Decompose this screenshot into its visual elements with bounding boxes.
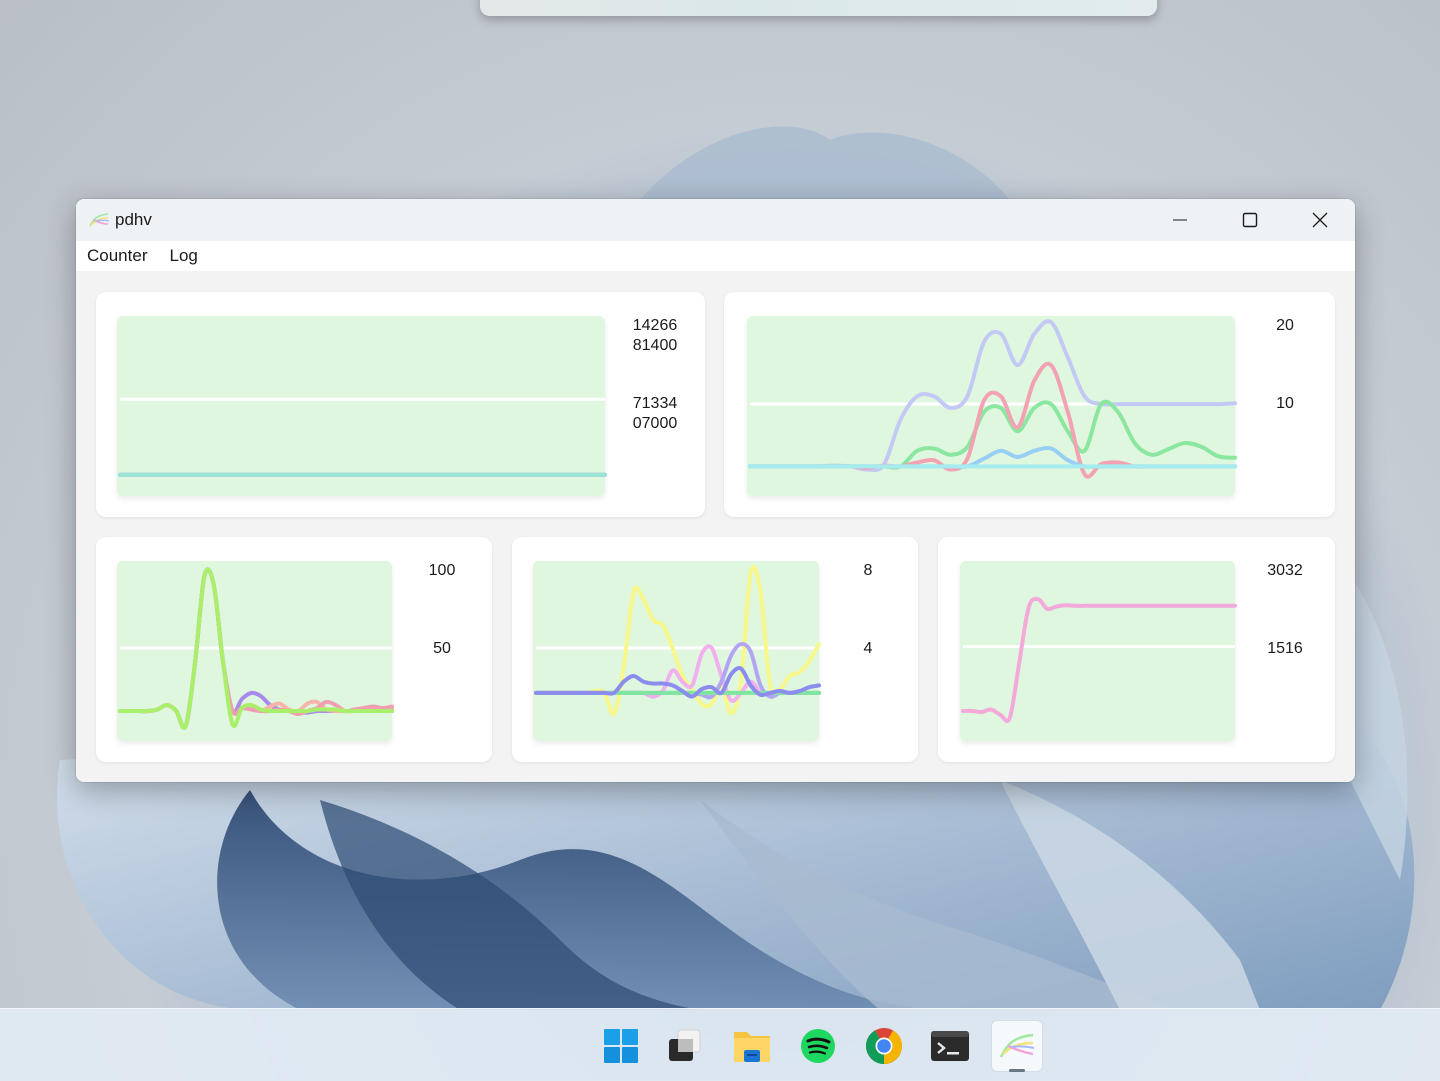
app-window: pdhv Counter Log 14266 81400 71334 07000	[76, 199, 1355, 782]
close-icon	[1312, 212, 1328, 228]
windows-start-icon	[604, 1029, 638, 1063]
background-window[interactable]	[480, 0, 1157, 16]
taskbar	[0, 1008, 1440, 1081]
series-red-line	[748, 361, 1237, 479]
plot-area	[747, 316, 1237, 496]
maximize-button[interactable]	[1215, 199, 1285, 241]
chart-card-3: 100 50	[96, 537, 492, 762]
series-periwinkle-line	[748, 319, 1237, 473]
y-tick-top: 8	[863, 562, 873, 579]
y-tick-mid: 71334 07000	[632, 395, 678, 432]
chart-card-4: 8 4	[512, 537, 918, 762]
active-indicator	[1009, 1069, 1025, 1072]
y-tick-mid: 50	[433, 640, 451, 657]
close-button[interactable]	[1285, 199, 1355, 241]
menu-bar: Counter Log	[76, 241, 1355, 271]
y-tick-top: 3032	[1267, 562, 1303, 579]
chart-1-svg	[118, 397, 607, 477]
y-tick-mid: 1516	[1267, 640, 1303, 657]
pdhv-app-icon	[999, 1033, 1035, 1058]
y-tick-mid: 4	[863, 640, 873, 657]
minimize-button[interactable]	[1145, 199, 1215, 241]
chart-4-svg	[534, 564, 821, 717]
window-title: pdhv	[115, 210, 152, 229]
y-tick-top: 100	[428, 562, 456, 579]
chrome-icon	[865, 1028, 902, 1065]
menu-log[interactable]: Log	[158, 246, 208, 266]
spotify-icon	[801, 1029, 835, 1063]
y-tick-top: 20	[1276, 317, 1294, 334]
chart-3-svg	[118, 567, 394, 730]
plot-area	[533, 561, 821, 741]
chart-card-5: 3032 1516	[938, 537, 1335, 762]
maximize-icon	[1242, 212, 1258, 228]
app-logo-icon	[89, 213, 110, 227]
taskbar-pdhv[interactable]	[992, 1021, 1042, 1072]
taskbar-spotify[interactable]	[793, 1021, 843, 1071]
chart-2-svg	[748, 319, 1237, 479]
content-area: 14266 81400 71334 07000 20 10 100 50 8 4	[76, 271, 1355, 782]
y-tick-mid: 10	[1276, 395, 1294, 412]
plot-area	[117, 316, 607, 496]
plot-area	[960, 561, 1237, 741]
folder-icon	[734, 1032, 770, 1062]
series-green-line	[748, 399, 1237, 470]
taskbar-file-explorer[interactable]	[727, 1021, 777, 1071]
terminal-icon	[931, 1031, 969, 1061]
chart-card-1: 14266 81400 71334 07000	[96, 292, 705, 517]
task-view-icon	[669, 1029, 701, 1061]
plot-area	[117, 561, 394, 741]
chart-card-2: 20 10	[724, 292, 1335, 517]
chart-5-svg	[961, 596, 1237, 723]
y-tick-top: 14266 81400	[632, 317, 678, 354]
menu-counter[interactable]: Counter	[76, 246, 158, 266]
title-bar[interactable]: pdhv	[76, 199, 1355, 241]
taskbar-terminal[interactable]	[925, 1021, 975, 1071]
series-pink-line	[961, 596, 1237, 723]
minimize-icon	[1173, 219, 1187, 221]
window-controls	[1145, 199, 1355, 241]
taskbar-task-view[interactable]	[660, 1021, 710, 1071]
taskbar-start[interactable]	[596, 1021, 646, 1071]
taskbar-chrome[interactable]	[859, 1021, 909, 1071]
